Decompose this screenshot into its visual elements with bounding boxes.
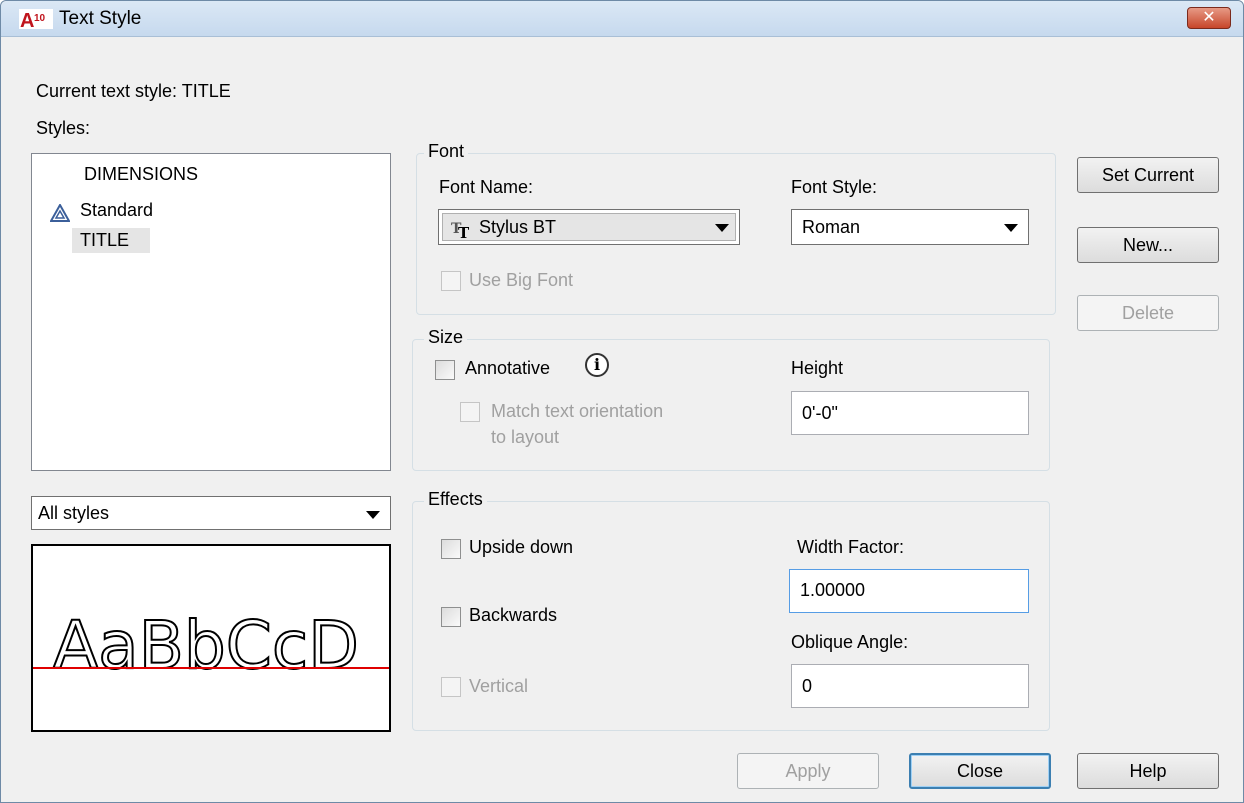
annotative-triangle-icon: [50, 204, 70, 222]
current-style-line: Current text style: TITLE: [36, 81, 231, 102]
height-input[interactable]: 0'-0": [791, 391, 1029, 435]
annotative-label: Annotative: [465, 358, 551, 378]
width-factor-label: Width Factor:: [797, 537, 905, 557]
width-factor-value: 1.00000: [800, 580, 866, 600]
vertical-checkbox[interactable]: [441, 677, 461, 697]
svg-text:A: A: [20, 10, 34, 31]
size-group-title: Size: [424, 327, 468, 348]
font-name-label: Font Name:: [439, 177, 534, 197]
chevron-down-icon: [1004, 224, 1018, 232]
font-name-dropdown[interactable]: T T Stylus BT: [438, 209, 740, 245]
height-value: 0'-0": [802, 403, 838, 423]
delete-button[interactable]: Delete: [1077, 295, 1219, 331]
upside-down-checkbox[interactable]: [441, 539, 461, 559]
font-style-label: Font Style:: [791, 177, 878, 197]
style-item-dimensions[interactable]: DIMENSIONS: [80, 162, 202, 187]
svg-text:T: T: [458, 224, 470, 239]
preview-sample-text: AaBbCcD: [53, 607, 359, 684]
match-orientation-label-line1: Match text orientation: [491, 401, 664, 421]
width-factor-input[interactable]: 1.00000: [789, 569, 1029, 613]
backwards-label: Backwards: [469, 605, 558, 625]
styles-label: Styles:: [36, 118, 91, 138]
chevron-down-icon: [715, 224, 729, 232]
current-style-label: Current text style:: [36, 81, 178, 101]
oblique-angle-input[interactable]: 0: [791, 664, 1029, 708]
text-style-dialog: A 10 Text Style ✕ Current text style: TI…: [0, 0, 1244, 803]
font-group-title: Font: [424, 141, 469, 162]
font-name-value: Stylus BT: [479, 217, 557, 237]
truetype-font-icon: T T: [451, 221, 470, 239]
window-close-button[interactable]: ✕: [1187, 7, 1231, 29]
current-style-value: TITLE: [181, 81, 231, 101]
svg-text:10: 10: [34, 13, 46, 24]
oblique-angle-label: Oblique Angle:: [791, 632, 909, 652]
preview-canvas: AaBbCcD: [33, 606, 389, 685]
backwards-checkbox[interactable]: [441, 607, 461, 627]
title-bar: A 10 Text Style ✕: [1, 1, 1243, 37]
annotative-checkbox[interactable]: [435, 360, 455, 380]
style-item-title[interactable]: TITLE: [72, 228, 150, 253]
style-filter-value: All styles: [38, 503, 110, 523]
window-title: Text Style: [59, 8, 142, 29]
use-big-font-label: Use Big Font: [469, 270, 574, 290]
info-icon[interactable]: i: [585, 353, 609, 377]
chevron-down-icon: [366, 511, 380, 519]
effects-group-title: Effects: [424, 489, 487, 510]
close-button[interactable]: Close: [909, 753, 1051, 789]
match-orientation-checkbox[interactable]: [460, 402, 480, 422]
set-current-button[interactable]: Set Current: [1077, 157, 1219, 193]
style-preview: AaBbCcD: [31, 544, 391, 732]
style-filter-dropdown[interactable]: All styles: [31, 496, 391, 530]
upside-down-label: Upside down: [469, 537, 574, 557]
autocad-a10-icon: A 10: [19, 9, 53, 31]
style-item-standard[interactable]: Standard: [76, 198, 157, 223]
new-button[interactable]: New...: [1077, 227, 1219, 263]
apply-button[interactable]: Apply: [737, 753, 879, 789]
use-big-font-checkbox[interactable]: [441, 271, 461, 291]
height-label: Height: [791, 358, 844, 378]
oblique-angle-value: 0: [802, 676, 813, 696]
font-style-value: Roman: [802, 217, 861, 237]
match-orientation-label-line2: to layout: [491, 427, 560, 447]
styles-list[interactable]: DIMENSIONS Standard TITLE: [31, 153, 391, 471]
font-style-dropdown[interactable]: Roman: [791, 209, 1029, 245]
vertical-label: Vertical: [469, 676, 529, 696]
help-button[interactable]: Help: [1077, 753, 1219, 789]
